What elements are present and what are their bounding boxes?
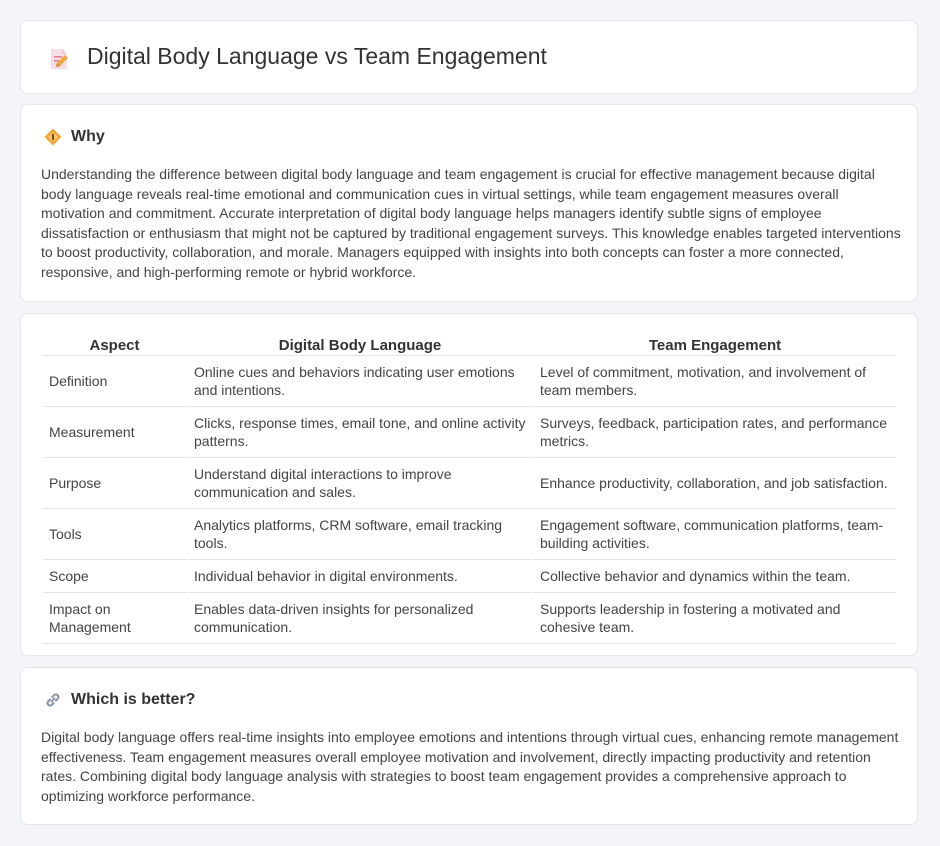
document-pencil-icon [47, 47, 68, 69]
page-title: Digital Body Language vs Team Engagement [87, 43, 547, 69]
why-heading: Why [71, 128, 105, 145]
title-row: Digital Body Language vs Team Engagement [47, 43, 547, 70]
header-digital-body-language: Digital Body Language [188, 333, 532, 356]
aspect-cell: Tools [43, 509, 186, 560]
table-row: Measurement Clicks, response times, emai… [43, 407, 896, 458]
better-header: Which is better? [43, 690, 195, 710]
better-text: Digital body language offers real-time i… [41, 729, 899, 804]
table-row: Scope Individual behavior in digital env… [43, 560, 896, 593]
team-engagement-cell: Engagement software, communication platf… [534, 509, 896, 560]
title-card: Digital Body Language vs Team Engagement [20, 20, 918, 94]
table-row: Definition Online cues and behaviors ind… [43, 356, 896, 407]
team-engagement-cell: Supports leadership in fostering a motiv… [534, 593, 896, 644]
team-engagement-cell: Level of commitment, motivation, and inv… [534, 356, 896, 407]
digital-body-language-cell: Individual behavior in digital environme… [188, 560, 532, 593]
team-engagement-cell: Surveys, feedback, participation rates, … [534, 407, 896, 458]
digital-body-language-cell: Understand digital interactions to impro… [188, 458, 532, 509]
table-row: Purpose Understand digital interactions … [43, 458, 896, 509]
table-row: Tools Analytics platforms, CRM software,… [43, 509, 896, 560]
aspect-cell: Purpose [43, 458, 186, 509]
comparison-table: Aspect Digital Body Language Team Engage… [41, 333, 898, 644]
aspect-cell: Impact on Management [43, 593, 186, 644]
aspect-cell: Scope [43, 560, 186, 593]
table-row: Impact on Management Enables data-driven… [43, 593, 896, 644]
digital-body-language-cell: Enables data-driven insights for persona… [188, 593, 532, 644]
why-header: Why [43, 127, 105, 147]
diamond-sign-icon [43, 127, 63, 147]
digital-body-language-cell: Clicks, response times, email tone, and … [188, 407, 532, 458]
why-card: Why Understanding the difference between… [20, 104, 918, 302]
team-engagement-cell: Collective behavior and dynamics within … [534, 560, 896, 593]
header-aspect: Aspect [43, 333, 186, 356]
which-is-better-card: Which is better? Digital body language o… [20, 667, 918, 825]
comparison-card: Aspect Digital Body Language Team Engage… [20, 313, 918, 656]
aspect-cell: Definition [43, 356, 186, 407]
aspect-cell: Measurement [43, 407, 186, 458]
digital-body-language-cell: Online cues and behaviors indicating use… [188, 356, 532, 407]
digital-body-language-cell: Analytics platforms, CRM software, email… [188, 509, 532, 560]
link-icon [43, 690, 63, 710]
header-team-engagement: Team Engagement [534, 333, 896, 356]
team-engagement-cell: Enhance productivity, collaboration, and… [534, 458, 896, 509]
table-header-row: Aspect Digital Body Language Team Engage… [43, 333, 896, 356]
better-heading: Which is better? [71, 691, 196, 708]
why-text: Understanding the difference between dig… [41, 166, 901, 280]
